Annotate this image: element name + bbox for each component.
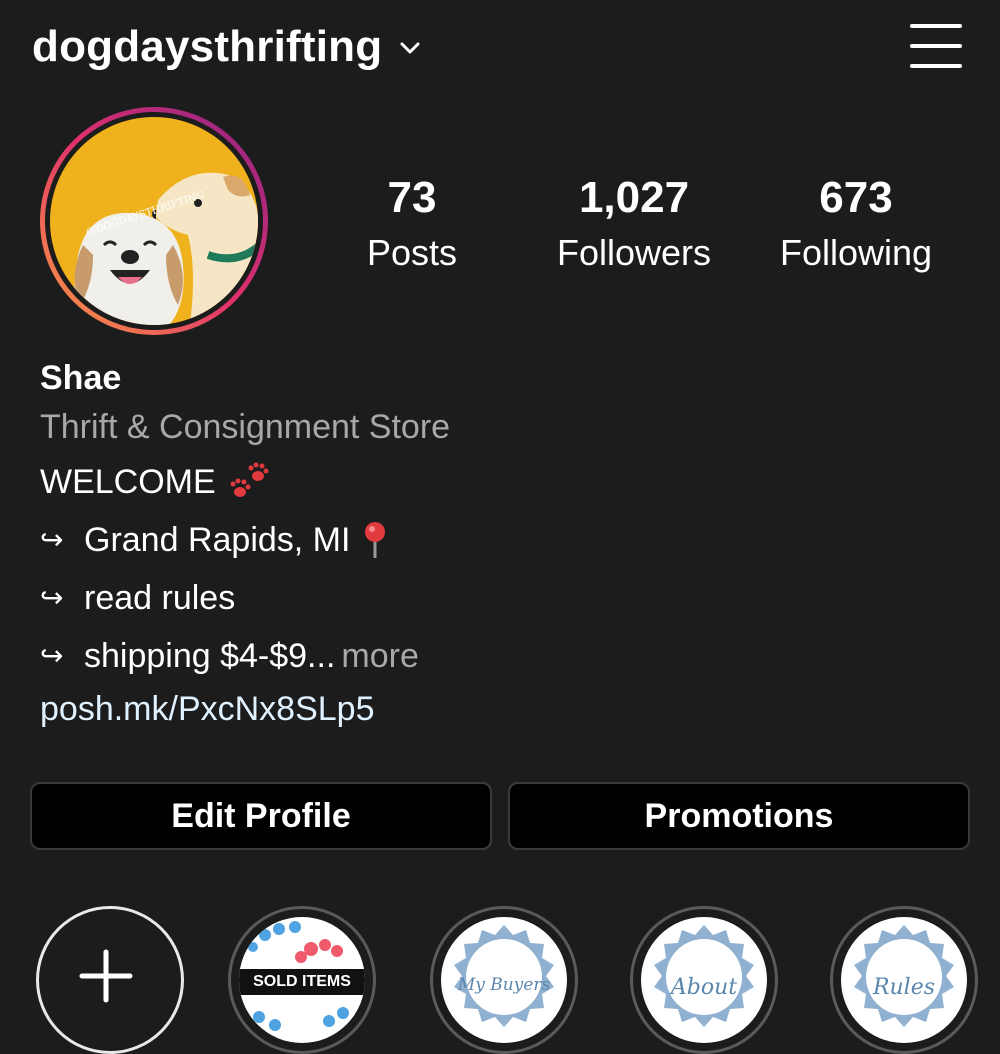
followers-stat[interactable]: 1,027 Followers [540, 172, 728, 276]
following-count: 673 [819, 173, 893, 222]
arrow-icon: ↪ [40, 640, 64, 671]
following-stat[interactable]: 673 Following [764, 172, 948, 276]
arrow-icon: ↪ [40, 524, 64, 555]
bio-link[interactable]: posh.mk/PxcNx8SLp5 [40, 685, 960, 733]
highlight-about[interactable]: About [630, 906, 778, 1054]
highlight-sold-items[interactable]: SOLD ITEMS [228, 906, 376, 1054]
category-label: Thrift & Consignment Store [40, 408, 451, 446]
display-name: Shae [40, 359, 122, 397]
plus-icon [79, 949, 133, 1003]
chevron-down-icon[interactable] [398, 38, 422, 58]
highlight-my-buyers[interactable]: My Buyers [430, 906, 578, 1054]
paw-prints-icon [230, 462, 269, 497]
highlight-cover: My Buyers [441, 917, 567, 1043]
highlight-cover: About [641, 917, 767, 1043]
welcome-text: WELCOME [40, 463, 216, 501]
bio-location-line: ↪ Grand Rapids, MI [40, 511, 960, 569]
location-text: Grand Rapids, MI [84, 521, 351, 559]
arrow-icon: ↪ [40, 582, 64, 613]
rules-text: read rules [84, 579, 236, 617]
shipping-text: shipping $4-$9... [84, 637, 336, 675]
highlight-cover: SOLD ITEMS [239, 917, 365, 1043]
round-pushpin-icon [365, 522, 386, 558]
more-link[interactable]: more [341, 627, 418, 685]
highlight-cover: Rules [841, 917, 967, 1043]
profile-avatar[interactable]: @DOGDAYSTHRIFTING [38, 105, 270, 337]
edit-profile-button[interactable]: Edit Profile [30, 782, 492, 850]
followers-count: 1,027 [578, 173, 690, 222]
highlight-label: SOLD ITEMS [239, 969, 365, 995]
bio-welcome-line: WELCOME [40, 453, 960, 511]
username-title[interactable]: dogdaysthrifting [32, 22, 382, 72]
profile-bio: Shae Thrift & Consignment Store WELCOME … [40, 355, 960, 733]
posts-stat[interactable]: 73 Posts [330, 172, 494, 276]
bio-shipping-line: ↪ shipping $4-$9... more [40, 627, 960, 685]
highlight-label: Rules [872, 975, 936, 1000]
posts-count: 73 [387, 173, 437, 222]
promotions-button[interactable]: Promotions [508, 782, 970, 850]
following-label: Following [779, 232, 933, 273]
hamburger-menu-icon[interactable] [904, 18, 966, 74]
top-bar: dogdaysthrifting [0, 0, 1000, 100]
highlight-label: About [670, 975, 738, 1000]
highlight-rules[interactable]: Rules [830, 906, 978, 1054]
avatar-image: @DOGDAYSTHRIFTING [40, 107, 268, 335]
highlight-label: My Buyers [457, 975, 551, 995]
bio-rules-line: ↪ read rules [40, 569, 960, 627]
posts-label: Posts [366, 232, 458, 273]
followers-label: Followers [556, 232, 712, 273]
new-highlight-button[interactable] [36, 906, 184, 1054]
